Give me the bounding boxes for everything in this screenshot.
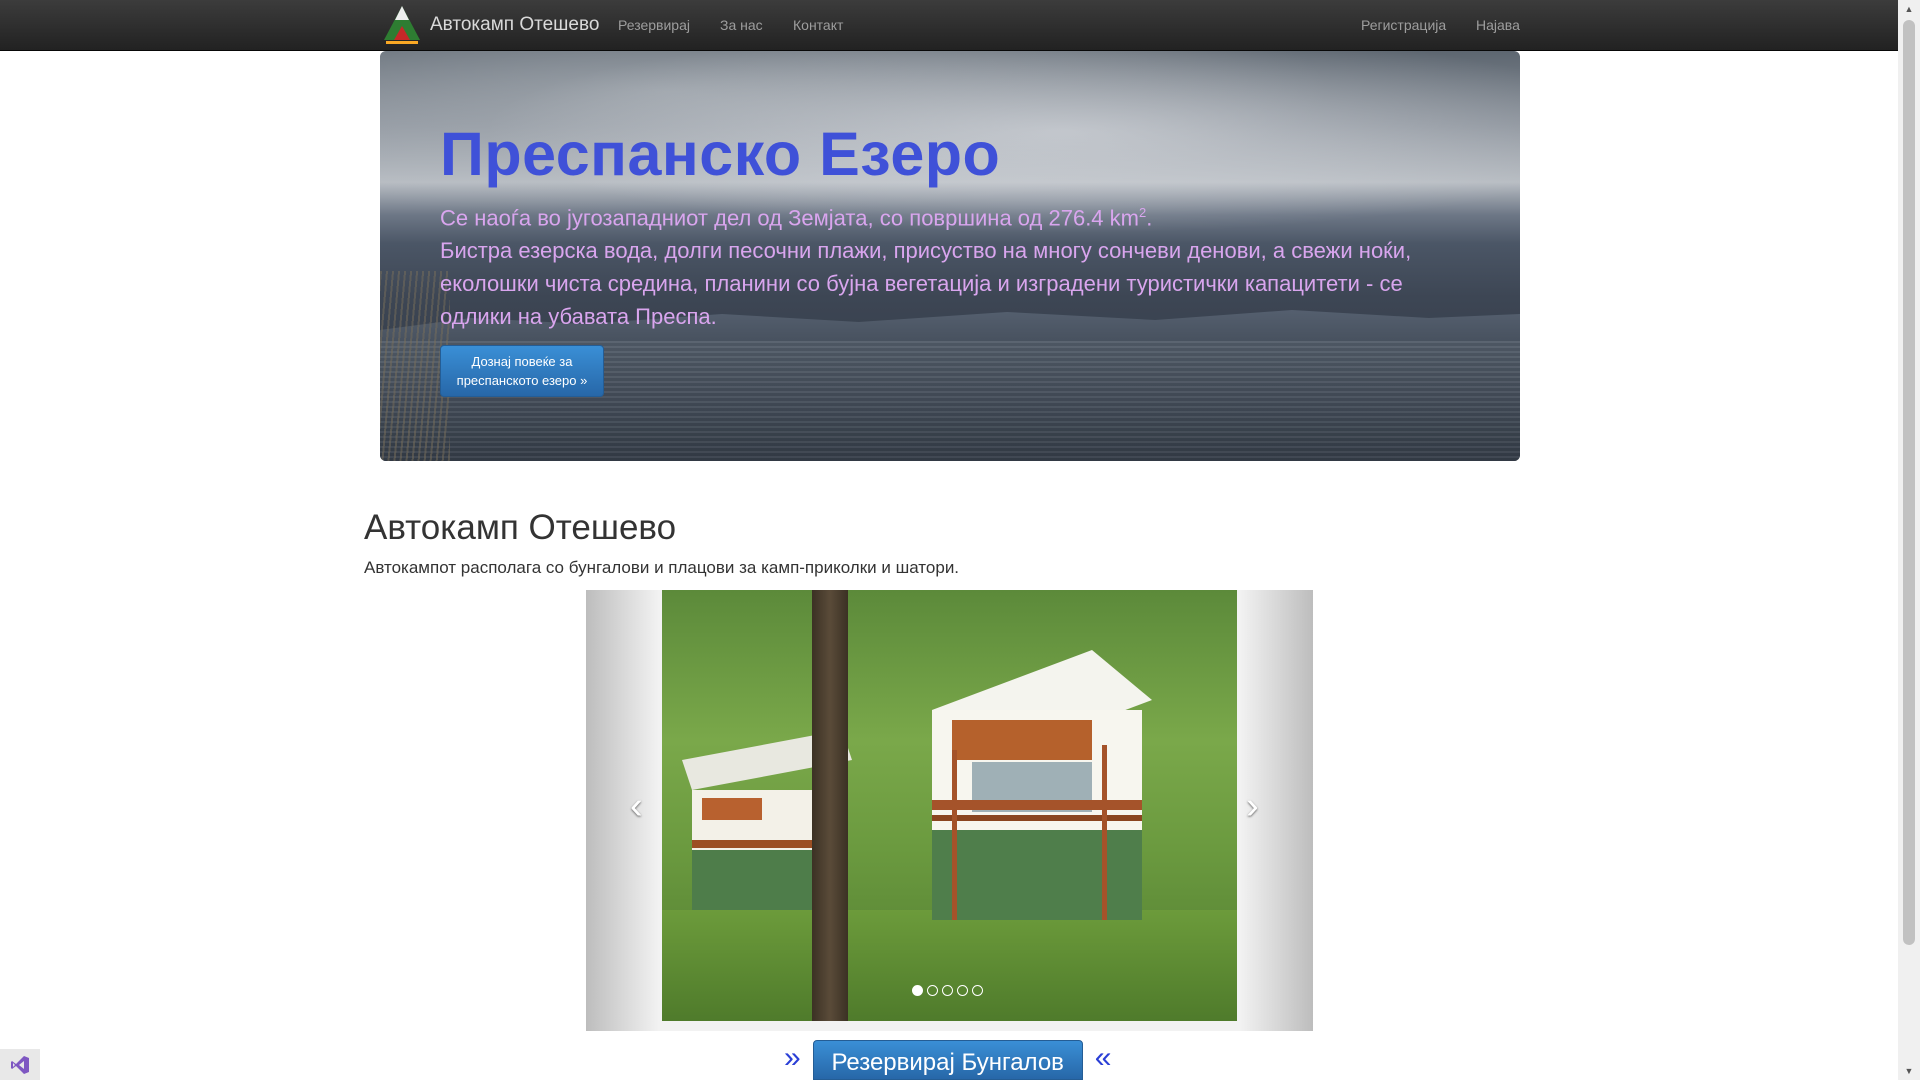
brand-name[interactable]: Автокамп Отешево bbox=[430, 14, 599, 36]
carousel-indicator[interactable] bbox=[942, 985, 953, 996]
nav-link-register[interactable]: Регистрација bbox=[1361, 0, 1446, 50]
scrollbar-thumb[interactable] bbox=[1903, 20, 1915, 945]
top-navbar: Автокамп Отешево Резервирај За нас Конта… bbox=[0, 0, 1898, 51]
jumbotron-line1-suffix: . bbox=[1146, 205, 1153, 231]
photo-bungalow-front bbox=[932, 650, 1152, 920]
bungalow-carousel: ‹ › bbox=[586, 590, 1313, 1031]
reserve-right-mark: « bbox=[1094, 1041, 1112, 1074]
carousel-indicator[interactable] bbox=[927, 985, 938, 996]
carousel-next-icon[interactable]: › bbox=[1246, 786, 1259, 826]
photo-grass bbox=[662, 910, 1237, 1021]
nav-link-login[interactable]: Најава bbox=[1476, 0, 1520, 50]
scroll-down-icon[interactable]: ▼ bbox=[1903, 1065, 1915, 1077]
reserve-row: » Резервирај Бунгалов « bbox=[784, 1040, 1111, 1080]
section-description: Автокампот располага со бунгалови и плац… bbox=[364, 558, 960, 577]
scroll-up-icon[interactable]: ▲ bbox=[1903, 3, 1915, 15]
visual-studio-icon[interactable] bbox=[0, 1049, 40, 1080]
brand[interactable]: Автокамп Отешево bbox=[380, 0, 599, 50]
carousel-indicator[interactable] bbox=[972, 985, 983, 996]
reserve-bungalow-button[interactable]: Резервирај Бунгалов bbox=[812, 1040, 1083, 1080]
visual-studio-logo-icon bbox=[11, 1055, 29, 1074]
bungalow-photo bbox=[662, 590, 1237, 1021]
section-title: Автокамп Отешево bbox=[364, 508, 677, 547]
carousel-prev-icon[interactable]: ‹ bbox=[630, 786, 643, 826]
jumbotron-title: Преспанско Езеро bbox=[440, 120, 1001, 188]
jumbotron-description: Се наоѓа во југозападниот дел од Земјата… bbox=[440, 196, 1480, 333]
camp-logo-icon bbox=[384, 6, 420, 44]
jumbotron-line2: Бистра езерска вода, долги песочни плажи… bbox=[440, 238, 1412, 330]
learn-more-button[interactable]: Дознај повеќе за преспанското езеро » bbox=[440, 345, 604, 397]
jumbotron-line1: Се наоѓа во југозападниот дел од Земјата… bbox=[440, 205, 1139, 231]
nav-link-contact[interactable]: Контакт bbox=[793, 0, 843, 50]
reserve-left-mark: » bbox=[784, 1041, 801, 1074]
photo-tree-trunk bbox=[812, 590, 848, 1021]
nav-link-reserve[interactable]: Резервирај bbox=[618, 0, 690, 50]
carousel-indicators bbox=[912, 985, 983, 996]
carousel-indicator[interactable] bbox=[957, 985, 968, 996]
page-scrollbar[interactable]: ▲ ▼ bbox=[1898, 0, 1920, 1080]
lake-jumbotron: Преспанско Езеро Се наоѓа во југозападни… bbox=[380, 51, 1520, 461]
nav-link-about[interactable]: За нас bbox=[720, 0, 763, 50]
carousel-indicator[interactable] bbox=[912, 985, 923, 996]
